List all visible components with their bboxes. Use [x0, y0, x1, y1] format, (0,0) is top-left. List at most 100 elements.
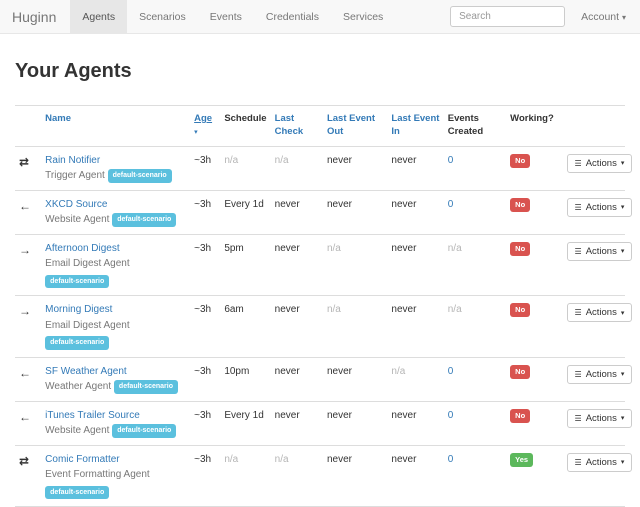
caret-down-icon: ▾	[621, 414, 625, 422]
header-last-event-out[interactable]: Last Event Out	[323, 106, 387, 147]
agent-name-link[interactable]: XKCD Source	[45, 198, 107, 212]
scenario-badge[interactable]: default-scenario	[112, 213, 176, 226]
agent-name-link[interactable]: SF Weather Agent	[45, 365, 127, 379]
actions-label: Actions	[586, 413, 617, 424]
exchange-icon: ⇄	[19, 454, 29, 468]
events-created-cell[interactable]: 0	[444, 146, 506, 190]
events-created-cell[interactable]: 0	[444, 401, 506, 445]
header-last-check[interactable]: Last Check	[271, 106, 323, 147]
age-cell: ~3h	[190, 445, 220, 507]
agent-name-link[interactable]: Afternoon Digest	[45, 242, 120, 256]
working-badge: No	[510, 198, 530, 212]
age-cell: ~3h	[190, 234, 220, 296]
last-event-in-cell: n/a	[387, 357, 443, 401]
actions-button[interactable]: ☰ Actions ▾	[567, 303, 633, 322]
page-title: Your Agents	[15, 60, 625, 83]
actions-button[interactable]: ☰ Actions ▾	[567, 154, 633, 173]
schedule-cell: Every 1d	[220, 190, 270, 234]
working-badge: No	[510, 154, 530, 168]
age-cell: ~3h	[190, 401, 220, 445]
exchange-icon: ⇄	[19, 155, 29, 169]
scenario-badge[interactable]: default-scenario	[45, 336, 109, 349]
brand-link[interactable]: Huginn	[0, 0, 70, 33]
scenario-badge[interactable]: default-scenario	[45, 486, 109, 499]
nav-item-agents[interactable]: Agents	[70, 0, 127, 33]
caret-down-icon: ▾	[621, 370, 625, 378]
nav-item-services[interactable]: Services	[331, 0, 395, 33]
arrow-right-icon: →	[19, 304, 31, 318]
age-cell: ~3h	[190, 190, 220, 234]
last-event-in-cell: never	[387, 234, 443, 296]
actions-label: Actions	[586, 457, 617, 468]
table-row: ← XKCD Source Website Agent default-scen…	[15, 190, 625, 234]
list-icon: ☰	[575, 370, 582, 379]
agent-name-link[interactable]: iTunes Trailer Source	[45, 409, 140, 423]
list-icon: ☰	[575, 414, 582, 423]
header-actions-spacer	[563, 106, 625, 147]
account-dropdown[interactable]: Account ▾	[581, 11, 626, 23]
list-icon: ☰	[575, 203, 582, 212]
actions-button[interactable]: ☰ Actions ▾	[567, 409, 633, 428]
last-check-cell: never	[271, 234, 323, 296]
schedule-cell: n/a	[220, 146, 270, 190]
actions-label: Actions	[586, 158, 617, 169]
table-row: ⇄ Comic Formatter Event Formatting Agent…	[15, 445, 625, 507]
actions-button[interactable]: ☰ Actions ▾	[567, 198, 633, 217]
last-event-out-cell: n/a	[323, 296, 387, 358]
header-age[interactable]: Age ▾	[190, 106, 220, 147]
navbar-right: Account ▾	[450, 0, 640, 33]
scenario-badge[interactable]: default-scenario	[112, 424, 176, 437]
agent-type-label: Trigger Agent	[45, 170, 105, 181]
actions-button[interactable]: ☰ Actions ▾	[567, 453, 633, 472]
events-created-cell[interactable]: 0	[444, 357, 506, 401]
actions-button[interactable]: ☰ Actions ▾	[567, 242, 633, 261]
caret-down-icon: ▾	[621, 458, 625, 466]
nav-item-credentials[interactable]: Credentials	[254, 0, 331, 33]
events-created-cell[interactable]: 0	[444, 190, 506, 234]
agent-name-link[interactable]: Comic Formatter	[45, 453, 119, 467]
nav-item-scenarios[interactable]: Scenarios	[127, 0, 198, 33]
search-input[interactable]	[450, 6, 565, 27]
caret-down-icon: ▾	[622, 13, 626, 22]
nav-item-events[interactable]: Events	[198, 0, 254, 33]
last-event-in-cell: never	[387, 401, 443, 445]
agent-name-link[interactable]: Rain Notifier	[45, 154, 100, 168]
schedule-cell: 10pm	[220, 357, 270, 401]
list-icon: ☰	[575, 308, 582, 317]
name-cell: Morning Digest Email Digest Agent defaul…	[41, 296, 190, 358]
name-cell: Comic Formatter Event Formatting Agent d…	[41, 445, 190, 507]
schedule-cell: Every 1d	[220, 401, 270, 445]
header-last-event-in[interactable]: Last Event In	[387, 106, 443, 147]
table-row: → Morning Digest Email Digest Agent defa…	[15, 296, 625, 358]
arrow-left-icon: ←	[19, 410, 31, 424]
scenario-badge[interactable]: default-scenario	[45, 275, 109, 288]
scenario-badge[interactable]: default-scenario	[108, 169, 172, 182]
name-cell: iTunes Trailer Source Website Agent defa…	[41, 401, 190, 445]
actions-label: Actions	[586, 246, 617, 257]
caret-down-icon: ▾	[621, 203, 625, 211]
last-event-out-cell: never	[323, 445, 387, 507]
table-header-row: Name Age ▾ Schedule Last Check Last Even…	[15, 106, 625, 147]
agent-type-label: Website Agent	[45, 214, 109, 225]
last-event-in-cell: never	[387, 296, 443, 358]
header-name[interactable]: Name	[41, 106, 190, 147]
agent-type-label: Event Formatting Agent	[45, 468, 186, 482]
working-badge: No	[510, 409, 530, 423]
caret-down-icon: ▾	[621, 159, 625, 167]
arrow-left-icon: ←	[19, 366, 31, 380]
last-event-in-cell: never	[387, 146, 443, 190]
agent-type-label: Email Digest Agent	[45, 319, 186, 333]
scenario-badge[interactable]: default-scenario	[114, 380, 178, 393]
table-row: ← SF Weather Agent Weather Agent default…	[15, 357, 625, 401]
last-check-cell: never	[271, 296, 323, 358]
agent-name-link[interactable]: Morning Digest	[45, 303, 112, 317]
arrow-right-icon: →	[19, 243, 31, 257]
last-event-in-cell: never	[387, 190, 443, 234]
sort-caret-icon: ▾	[194, 129, 198, 136]
events-created-cell[interactable]: 0	[444, 445, 506, 507]
actions-button[interactable]: ☰ Actions ▾	[567, 365, 633, 384]
name-cell: Afternoon Digest Email Digest Agent defa…	[41, 234, 190, 296]
last-check-cell: n/a	[271, 146, 323, 190]
working-badge: No	[510, 303, 530, 317]
last-event-out-cell: never	[323, 401, 387, 445]
